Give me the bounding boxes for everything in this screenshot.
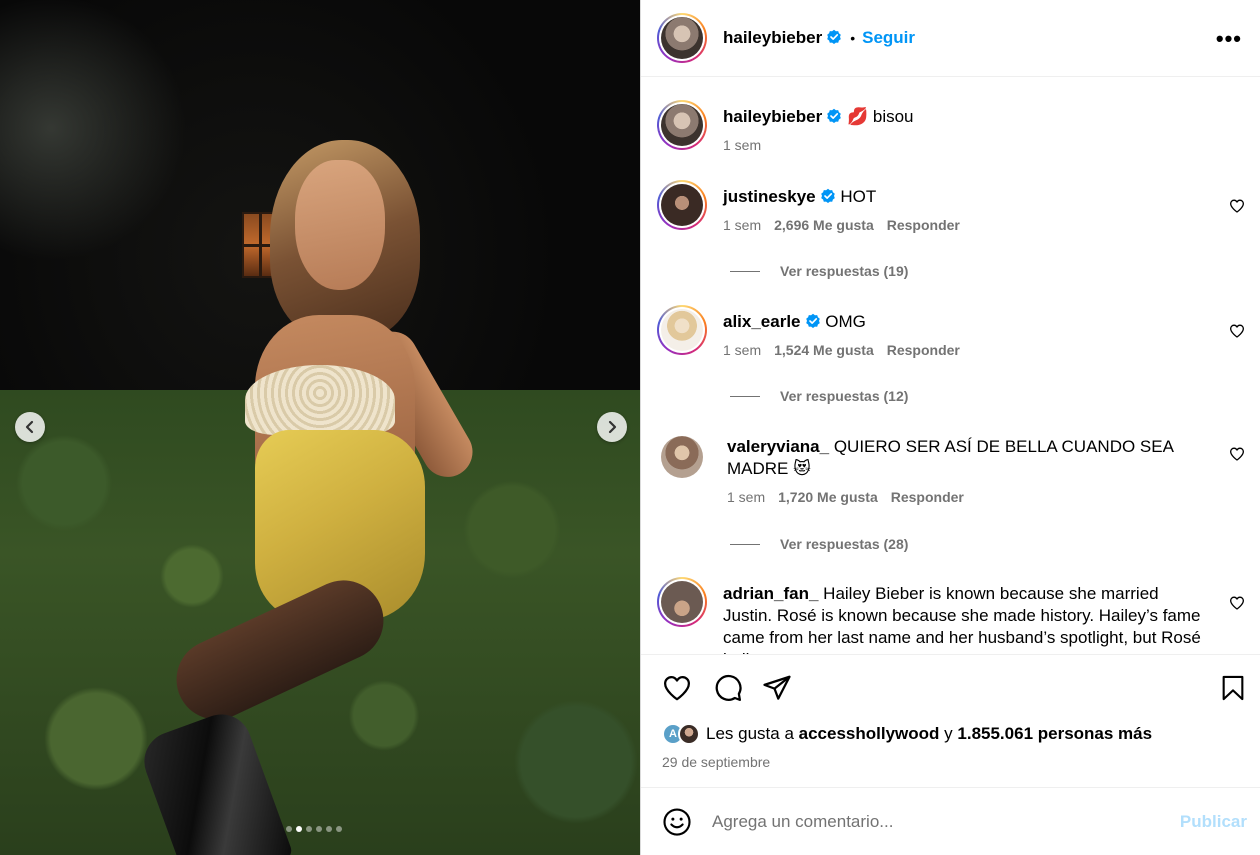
carousel-dot — [296, 826, 302, 832]
lips-emoji: 💋 — [846, 107, 869, 126]
verified-badge-icon — [805, 313, 820, 328]
heart-eyes-cat-emoji: 😻 — [793, 459, 811, 478]
comment-time[interactable]: 1 sem — [723, 342, 761, 358]
emoji-picker-icon[interactable] — [662, 807, 692, 837]
chevron-right-icon — [608, 420, 617, 434]
comment-input[interactable] — [712, 811, 1152, 832]
heart-icon[interactable] — [1229, 595, 1245, 611]
reply-button[interactable]: Responder — [891, 489, 964, 505]
like-heart-icon[interactable] — [662, 673, 692, 703]
comment-username[interactable]: adrian_fan_ — [723, 584, 818, 603]
author-username[interactable]: haileybieber — [723, 28, 842, 48]
view-replies-label: Ver respuestas (19) — [780, 263, 909, 279]
comment-username[interactable]: alix_earle — [723, 312, 801, 331]
view-replies-button[interactable]: Ver respuestas (28) — [730, 536, 908, 552]
comment-text: HOT — [840, 187, 877, 206]
comment-row: justineskye HOT 1 sem 2,696 Me gusta Res… — [657, 180, 1245, 233]
carousel-prev-button[interactable] — [15, 412, 45, 442]
reply-button[interactable]: Responder — [887, 217, 960, 233]
verified-badge-icon — [827, 108, 842, 123]
heart-icon[interactable] — [1229, 446, 1245, 462]
liker-avatar[interactable] — [678, 723, 700, 745]
verified-badge-icon — [820, 188, 835, 203]
comment-username[interactable]: valeryviana_ — [727, 437, 829, 456]
follow-button[interactable]: Seguir — [862, 28, 915, 48]
replies-divider — [730, 543, 760, 545]
photo-subject — [135, 140, 530, 855]
likes-others[interactable]: 1.855.061 personas más — [957, 724, 1152, 743]
comment-likes[interactable]: 1,524 Me gusta — [774, 342, 874, 358]
heart-icon[interactable] — [1229, 198, 1245, 214]
more-options-icon[interactable]: ••• — [1216, 26, 1242, 52]
post-date[interactable]: 29 de septiembre — [662, 754, 770, 770]
comments-list[interactable]: haileybieber 💋 bisou 1 sem justineskye H… — [641, 77, 1260, 655]
view-replies-label: Ver respuestas (12) — [780, 388, 909, 404]
post-actions: A Les gusta a accesshollywood y 1.855.06… — [641, 655, 1260, 788]
carousel-next-button[interactable] — [597, 412, 627, 442]
caption-username[interactable]: haileybieber — [723, 107, 822, 126]
caption-text: bisou — [872, 107, 914, 126]
comment-likes[interactable]: 1,720 Me gusta — [778, 489, 878, 505]
comment-avatar[interactable] — [661, 436, 703, 478]
carousel-dots — [286, 826, 342, 832]
heart-icon[interactable] — [1229, 323, 1245, 339]
comment-username[interactable]: justineskye — [723, 187, 816, 206]
comment-time[interactable]: 1 sem — [727, 489, 765, 505]
post-panel: haileybieber • Seguir ••• haileybieber 💋… — [640, 0, 1260, 855]
carousel-dot — [316, 826, 322, 832]
share-icon[interactable] — [762, 673, 792, 703]
header-separator: • — [850, 30, 856, 46]
comment-text: OMG — [825, 312, 866, 331]
carousel-dot — [326, 826, 332, 832]
likes-conjunction: y — [944, 724, 953, 743]
verified-badge-icon — [827, 29, 842, 44]
liker-username[interactable]: accesshollywood — [799, 724, 940, 743]
reply-button[interactable]: Responder — [887, 342, 960, 358]
comment-icon[interactable] — [713, 673, 743, 703]
likes-summary: A Les gusta a accesshollywood y 1.855.06… — [662, 723, 1152, 745]
publish-button[interactable]: Publicar — [1180, 812, 1247, 832]
comment-avatar[interactable] — [657, 180, 707, 230]
post-media[interactable] — [0, 0, 640, 855]
carousel-dot — [286, 826, 292, 832]
replies-divider — [730, 395, 760, 397]
comment-time[interactable]: 1 sem — [723, 217, 761, 233]
add-comment-bar: Publicar — [641, 788, 1260, 855]
comment-row: alix_earle OMG 1 sem 1,524 Me gusta Resp… — [657, 305, 1245, 358]
view-replies-button[interactable]: Ver respuestas (19) — [730, 263, 908, 279]
caption-avatar[interactable] — [657, 100, 707, 150]
comment-avatar[interactable] — [657, 577, 707, 627]
post-header: haileybieber • Seguir ••• — [641, 0, 1260, 77]
carousel-dot — [306, 826, 312, 832]
view-replies-button[interactable]: Ver respuestas (12) — [730, 388, 908, 404]
caption-time[interactable]: 1 sem — [723, 137, 761, 153]
carousel-dot — [336, 826, 342, 832]
likes-prefix: Les gusta a — [706, 724, 794, 743]
comment-row: adrian_fan_ Hailey Bieber is known becau… — [657, 577, 1245, 654]
author-avatar[interactable] — [657, 13, 707, 63]
replies-divider — [730, 270, 760, 272]
caption-row: haileybieber 💋 bisou 1 sem — [657, 100, 1245, 153]
comment-likes[interactable]: 2,696 Me gusta — [774, 217, 874, 233]
comment-row: valeryviana_ QUIERO SER ASÍ DE BELLA CUA… — [657, 432, 1245, 505]
bookmark-icon[interactable] — [1219, 673, 1247, 703]
comment-avatar[interactable] — [657, 305, 707, 355]
chevron-left-icon — [25, 420, 34, 434]
view-replies-label: Ver respuestas (28) — [780, 536, 909, 552]
